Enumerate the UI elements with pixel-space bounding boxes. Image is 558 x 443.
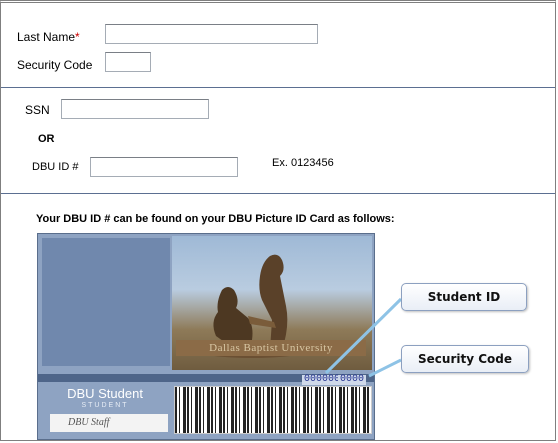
card-security-number: 0000 [338, 374, 367, 385]
card-plaque: Dallas Baptist University [176, 340, 366, 356]
card-campus-photo: Dallas Baptist University [172, 236, 372, 370]
section-divider [1, 87, 555, 88]
security-code-label: Security Code [17, 58, 93, 72]
callout-security-code: Security Code [401, 345, 529, 373]
login-form-panel: Last Name* Security Code SSN OR DBU ID #… [0, 0, 556, 441]
card-photo-placeholder [42, 238, 170, 366]
last-name-label: Last Name* [17, 30, 80, 44]
ssn-input[interactable] [61, 99, 209, 119]
callout-student-id: Student ID [401, 283, 527, 311]
section-divider [1, 193, 555, 194]
id-card-image: Dallas Baptist University 0000000 0000 D… [37, 233, 375, 440]
required-asterisk: * [75, 30, 80, 44]
card-barcode [174, 386, 372, 434]
dbu-id-label: DBU ID # [32, 161, 79, 173]
dbu-id-example: Ex. 0123456 [272, 157, 334, 169]
or-label: OR [38, 133, 55, 145]
card-student-title: DBU Student [67, 386, 143, 401]
last-name-input[interactable] [105, 24, 318, 44]
security-code-input[interactable] [105, 52, 151, 72]
id-card-help-heading: Your DBU ID # can be found on your DBU P… [36, 213, 395, 225]
card-signature: DBU Staff [50, 414, 168, 432]
dbu-id-input[interactable] [90, 157, 238, 177]
ssn-label: SSN [25, 103, 50, 117]
last-name-label-text: Last Name [17, 30, 76, 44]
card-student-subtitle: STUDENT [81, 402, 129, 409]
